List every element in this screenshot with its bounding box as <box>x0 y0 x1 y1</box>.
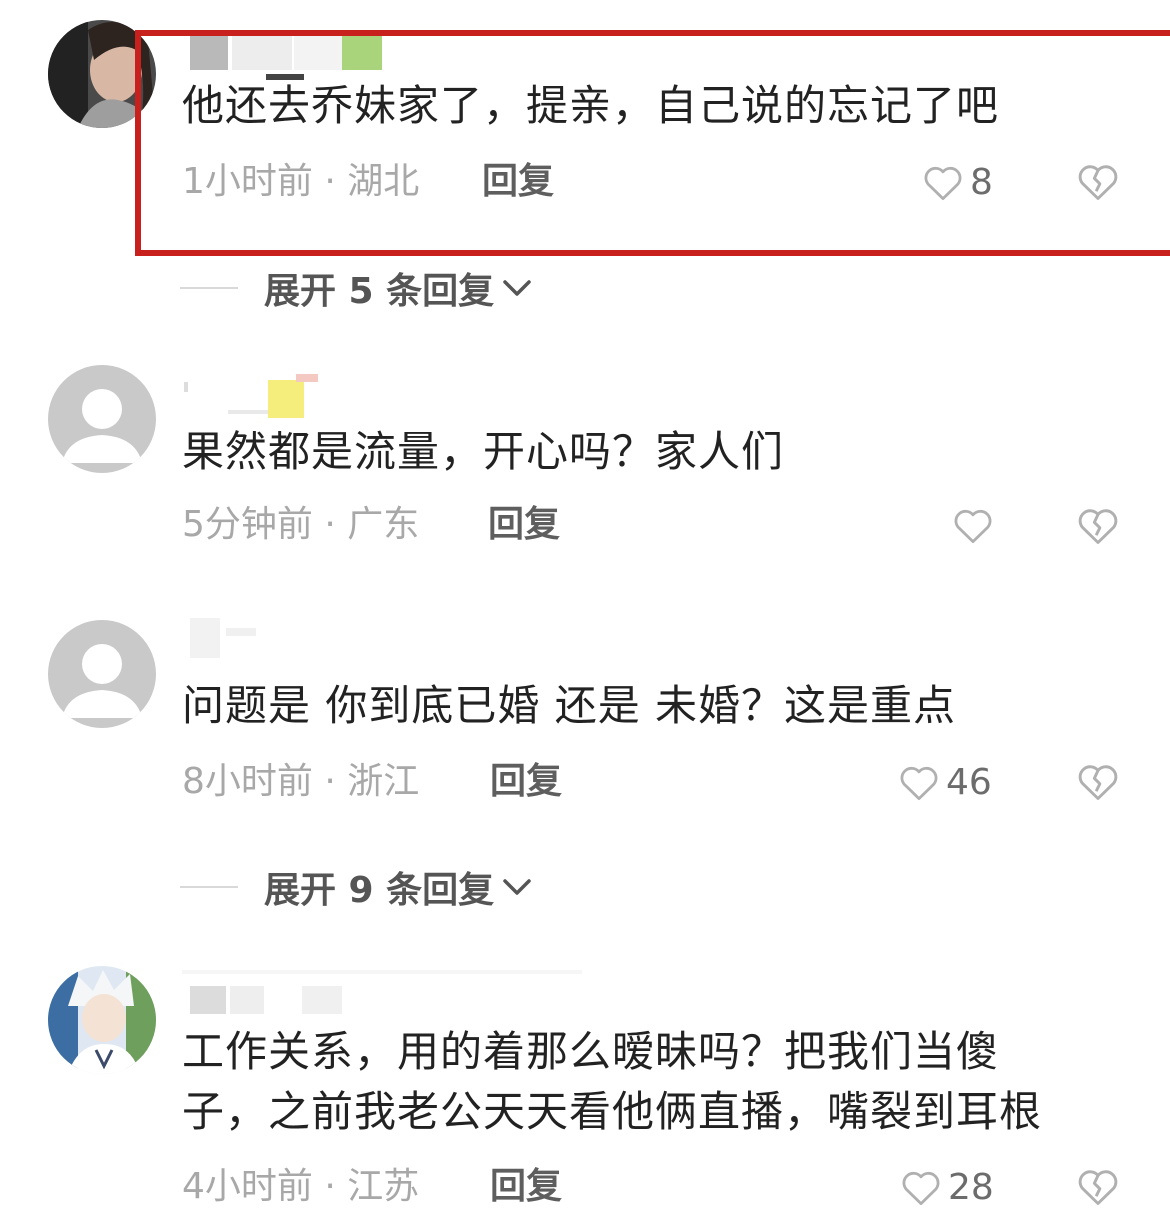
default-avatar-icon <box>48 620 156 728</box>
expand-replies-button[interactable]: 展开 9 条回复 <box>180 862 534 912</box>
heart-outline-icon <box>954 509 992 544</box>
broken-heart-icon[interactable] <box>1076 1165 1120 1209</box>
comment-meta: 4小时前 · 江苏 <box>182 1166 420 1207</box>
comment-meta: 5分钟前 · 广东 <box>182 504 420 545</box>
like-button[interactable]: 46 <box>898 757 992 807</box>
reply-button[interactable]: 回复 <box>490 1162 562 1212</box>
chevron-down-icon <box>503 280 531 296</box>
reply-button[interactable]: 回复 <box>488 500 560 550</box>
comment-meta: 8小时前 · 浙江 <box>182 761 420 802</box>
chevron-down-icon <box>503 879 531 895</box>
default-avatar-icon <box>48 365 156 473</box>
expand-replies-button[interactable]: 展开 5 条回复 <box>180 263 534 313</box>
avatar[interactable] <box>48 620 156 728</box>
like-count: 28 <box>948 1166 994 1208</box>
comment-text-line-2: 子，之前我老公天天看他俩直播，嘴裂到耳根 <box>182 1087 1043 1136</box>
comment-text: 果然都是流量，开心吗？家人们 <box>182 427 785 476</box>
expand-replies-label: 展开 5 条回复 <box>264 271 495 312</box>
heart-outline-icon <box>902 1171 940 1206</box>
comment-text: 问题是 你到底已婚 还是 未婚？这是重点 <box>182 681 957 730</box>
highlight-box <box>135 30 1170 256</box>
broken-heart-icon[interactable] <box>1076 760 1120 804</box>
username-redacted <box>182 374 422 418</box>
avatar[interactable] <box>48 966 156 1074</box>
reply-button[interactable]: 回复 <box>490 757 562 807</box>
expand-replies-label: 展开 9 条回复 <box>264 870 495 911</box>
comment-text-line-1: 工作关系，用的着那么暧昧吗？把我们当傻 <box>182 1027 1000 1076</box>
like-button[interactable]: 28 <box>900 1162 994 1212</box>
broken-heart-icon[interactable] <box>1076 504 1120 548</box>
avatar[interactable] <box>48 365 156 473</box>
username-redacted <box>182 612 422 658</box>
heart-outline-icon <box>900 766 938 801</box>
like-button[interactable] <box>952 500 1000 550</box>
username-redacted <box>182 970 582 1014</box>
like-count: 46 <box>946 761 992 803</box>
